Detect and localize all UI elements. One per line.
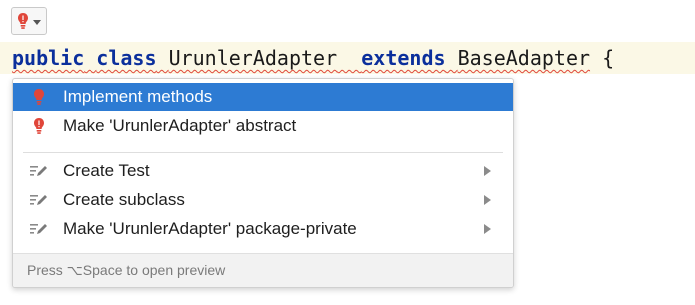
intention-pencil-icon (29, 161, 49, 181)
intention-bulb-button[interactable] (11, 7, 47, 35)
menu-separator (23, 152, 503, 153)
menu-item-make-abstract[interactable]: Make 'UrunlerAdapter' abstract (13, 112, 513, 140)
submenu-arrow-icon (484, 195, 491, 205)
red-bulb-icon (29, 87, 49, 107)
menu-item-create-subclass[interactable]: Create subclass (13, 186, 513, 214)
submenu-arrow-icon (484, 166, 491, 176)
code-open-brace: { (602, 46, 615, 70)
menu-item-label: Create subclass (63, 190, 185, 209)
chevron-down-icon (33, 19, 41, 25)
menu-item-implement-methods[interactable]: Implement methods (13, 83, 513, 111)
code-keyword-class: class (96, 46, 157, 70)
menu-item-make-package-private[interactable]: Make 'UrunlerAdapter' package-private (13, 215, 513, 243)
intention-pencil-icon (29, 190, 49, 210)
popup-footer-hint: Press ⌥Space to open preview (13, 253, 513, 287)
submenu-arrow-icon (484, 224, 491, 234)
menu-item-label: Implement methods (63, 87, 213, 106)
intention-pencil-icon (29, 219, 49, 239)
menu-item-create-test[interactable]: Create Test (13, 157, 513, 185)
menu-item-label: Create Test (63, 161, 150, 180)
menu-item-label: Make 'UrunlerAdapter' package-private (63, 219, 357, 238)
code-keyword-public: public (12, 46, 85, 70)
intention-actions-popup: Implement methods Make 'UrunlerAdapter' … (12, 78, 514, 288)
code-keyword-extends: extends (361, 46, 446, 70)
code-class-name: UrunlerAdapter (168, 46, 338, 70)
red-bulb-icon (29, 116, 49, 136)
red-bulb-icon (17, 12, 29, 30)
menu-item-label: Make 'UrunlerAdapter' abstract (63, 116, 297, 135)
code-line-class-declaration[interactable]: public class UrunlerAdapter extends Base… (12, 43, 614, 73)
code-base-class: BaseAdapter (457, 46, 591, 70)
